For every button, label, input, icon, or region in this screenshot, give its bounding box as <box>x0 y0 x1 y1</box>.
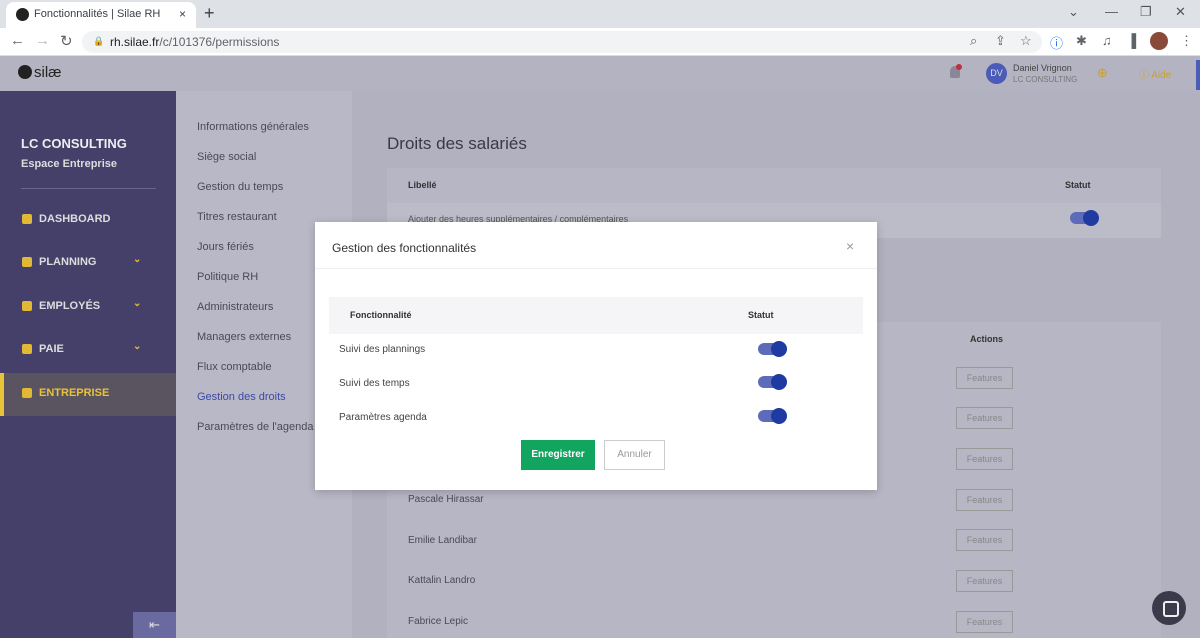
user-name: Daniel Vrignon <box>1013 63 1072 73</box>
home-icon <box>22 388 32 398</box>
browser-tab-bar: Fonctionnalités | Silae RH × + ⌄ — ❐ ✕ <box>0 0 1200 28</box>
globe-icon[interactable]: ⊕ <box>1097 65 1108 81</box>
logo-icon <box>18 65 32 79</box>
subnav-item-active[interactable]: Gestion des droits <box>197 391 286 403</box>
chevron-down-icon: ⌄ <box>133 341 142 352</box>
extensions-icon[interactable]: ✱ <box>1076 33 1087 49</box>
subnav-item[interactable]: Managers externes <box>197 331 291 343</box>
employee-name: Kattalin Landro <box>408 575 476 586</box>
features-button[interactable]: Features <box>956 367 1013 389</box>
column-header-feature: Fonctionnalité <box>350 310 412 320</box>
divider <box>21 188 156 189</box>
tab-search-icon[interactable]: ⌄ <box>1068 4 1079 20</box>
feature-toggle[interactable] <box>758 408 787 424</box>
browser-tab[interactable]: Fonctionnalités | Silae RH × <box>6 2 196 28</box>
status-toggle[interactable] <box>1070 210 1099 226</box>
chat-widget-button[interactable] <box>1152 591 1186 625</box>
subnav-item[interactable]: Titres restaurant <box>197 211 277 223</box>
sidebar-item-employes[interactable]: EMPLOYÉS ⌄ <box>0 286 176 329</box>
column-header-status: Statut <box>1065 180 1091 190</box>
menu-icon[interactable]: ⋮ <box>1180 33 1193 49</box>
column-header-actions: Actions <box>970 334 1004 344</box>
sidebar: LC CONSULTING Espace Entreprise DASHBOAR… <box>0 91 176 638</box>
scrollbar[interactable] <box>1196 60 1200 90</box>
column-header-label: Libellé <box>408 180 437 190</box>
bookmark-star-icon[interactable]: ☆ <box>1020 33 1032 49</box>
employee-name: Fabrice Lepic <box>408 616 469 627</box>
feature-label: Suivi des plannings <box>339 344 426 355</box>
subnav-item[interactable]: Gestion du temps <box>197 181 283 193</box>
feature-label: Suivi des temps <box>339 378 410 389</box>
user-avatar[interactable]: DV <box>986 63 1007 84</box>
back-icon[interactable]: ← <box>10 32 25 49</box>
app-header: silæ DV Daniel Vrignon LC CONSULTING ⊕ ⓘ… <box>0 56 1200 91</box>
column-header-status: Statut <box>748 310 774 320</box>
silae-logo[interactable]: silæ <box>18 64 62 81</box>
save-button[interactable]: Enregistrer <box>521 440 595 470</box>
zoom-icon[interactable]: ⌕ <box>970 33 977 49</box>
sidebar-item-entreprise[interactable]: ENTREPRISE <box>0 373 176 416</box>
company-name: LC CONSULTING <box>21 136 127 151</box>
close-window-icon[interactable]: ✕ <box>1175 4 1186 20</box>
help-button[interactable]: ⓘ Aide <box>1139 66 1171 81</box>
features-button[interactable]: Features <box>956 611 1013 633</box>
help-icon: ⓘ <box>1139 70 1152 81</box>
subnav-item[interactable]: Politique RH <box>197 271 258 283</box>
space-label: Espace Entreprise <box>21 158 117 170</box>
feature-toggle[interactable] <box>758 341 787 357</box>
features-button[interactable]: Features <box>956 570 1013 592</box>
features-modal: Gestion des fonctionnalités × Fonctionna… <box>315 222 877 490</box>
url-input[interactable]: 🔒 rh.silae.fr/c/101376/permissions <box>82 31 1042 53</box>
subnav-item[interactable]: Administrateurs <box>197 301 273 313</box>
sidebar-item-planning[interactable]: PLANNING ⌄ <box>0 242 176 285</box>
feature-toggle[interactable] <box>758 374 787 390</box>
dashboard-icon <box>22 214 32 224</box>
divider <box>315 268 877 269</box>
document-icon <box>22 344 32 354</box>
subnav-item[interactable]: Flux comptable <box>197 361 272 373</box>
subnav-item[interactable]: Paramètres de l'agenda <box>197 421 313 433</box>
features-button[interactable]: Features <box>956 407 1013 429</box>
collapse-sidebar-button[interactable]: ⇤ <box>133 612 176 638</box>
subnav-item[interactable]: Jours fériés <box>197 241 254 253</box>
cancel-button[interactable]: Annuler <box>604 440 665 470</box>
bell-icon[interactable] <box>950 64 962 78</box>
lock-icon: 🔒 <box>93 36 105 46</box>
close-tab-icon[interactable]: × <box>179 7 186 21</box>
side-panel-icon[interactable]: ▐ <box>1127 33 1136 48</box>
employee-name: Pascale Hirassar <box>408 494 484 505</box>
close-icon[interactable]: × <box>846 238 854 254</box>
subnav-item[interactable]: Informations générales <box>197 121 309 133</box>
sidebar-item-dashboard[interactable]: DASHBOARD <box>0 199 176 242</box>
chevron-down-icon: ⌄ <box>133 298 142 309</box>
modal-table-header: Fonctionnalité Statut <box>329 297 863 334</box>
new-tab-button[interactable]: + <box>204 3 215 24</box>
employee-name: Emilie Landibar <box>408 535 477 546</box>
tab-title: Fonctionnalités | Silae RH <box>34 8 161 20</box>
features-button[interactable]: Features <box>956 489 1013 511</box>
maximize-icon[interactable]: ❐ <box>1140 4 1152 20</box>
features-button[interactable]: Features <box>956 448 1013 470</box>
minimize-icon[interactable]: — <box>1105 4 1118 19</box>
favicon-icon <box>16 8 29 21</box>
people-icon <box>22 301 32 311</box>
user-company: LC CONSULTING <box>1013 75 1078 84</box>
chevron-down-icon: ⌄ <box>133 254 142 265</box>
page-title: Droits des salariés <box>387 134 527 153</box>
forward-icon[interactable]: → <box>35 32 50 49</box>
sidebar-item-paie[interactable]: PAIE ⌄ <box>0 329 176 372</box>
features-button[interactable]: Features <box>956 529 1013 551</box>
share-icon[interactable]: ⇪ <box>995 33 1006 49</box>
profile-avatar[interactable] <box>1150 32 1168 50</box>
feature-label: Paramètres agenda <box>339 412 427 423</box>
modal-title: Gestion des fonctionnalités <box>332 241 477 255</box>
calendar-icon <box>22 257 32 267</box>
reload-icon[interactable]: ↻ <box>60 32 73 50</box>
subnav-item[interactable]: Siège social <box>197 151 256 163</box>
password-manager-icon[interactable]: ⓘ <box>1050 33 1063 52</box>
media-icon[interactable]: ♫ <box>1102 33 1112 48</box>
